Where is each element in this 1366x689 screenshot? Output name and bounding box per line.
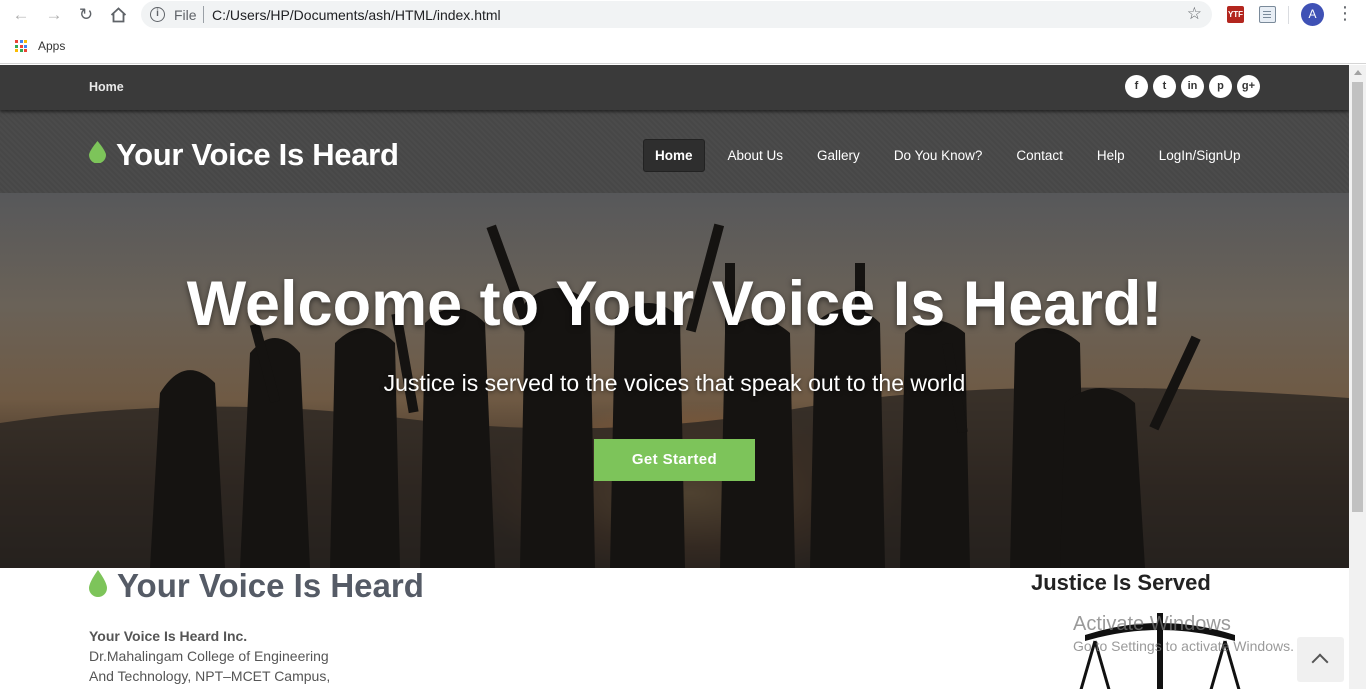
nav-contact[interactable]: Contact: [1005, 139, 1074, 172]
pinterest-icon[interactable]: p: [1209, 75, 1232, 98]
extension-youtube-icon[interactable]: YTF: [1227, 6, 1244, 23]
chevron-up-icon: [1311, 653, 1329, 671]
site-logo-title[interactable]: Your Voice Is Heard: [116, 137, 399, 173]
nav-login-signup[interactable]: LogIn/SignUp: [1148, 139, 1252, 172]
topbar-home-link[interactable]: Home: [89, 80, 124, 94]
nav-gallery[interactable]: Gallery: [806, 139, 871, 172]
footer-brand-title: Your Voice Is Heard: [117, 567, 424, 604]
toolbar-divider: [1288, 6, 1289, 24]
google-plus-icon[interactable]: g+: [1237, 75, 1260, 98]
address-line-1: Dr.Mahalingam College of Engineering: [89, 648, 329, 664]
bookmark-star-icon[interactable]: ☆: [1187, 4, 1202, 24]
extension-notes-icon[interactable]: [1259, 6, 1276, 23]
nav-help[interactable]: Help: [1086, 139, 1136, 172]
apps-shortcut[interactable]: Apps: [38, 39, 65, 53]
address-divider: [203, 6, 204, 23]
scheme-label: File: [174, 7, 197, 23]
nav-menu: Home About Us Gallery Do You Know? Conta…: [643, 139, 1264, 172]
address-line-2: And Technology, NPT–MCET Campus,: [89, 668, 331, 684]
info-icon[interactable]: i: [150, 7, 165, 22]
page-viewport: Home f t in p g+ Your Voice Is Heard Hom…: [0, 65, 1349, 689]
facebook-icon[interactable]: f: [1125, 75, 1148, 98]
footer-water-drop-icon: [89, 570, 107, 597]
forward-icon[interactable]: →: [43, 4, 65, 26]
reload-icon[interactable]: ↻: [75, 4, 97, 26]
scroll-to-top-button[interactable]: [1297, 637, 1344, 682]
hero-title: Welcome to Your Voice Is Heard!: [186, 269, 1163, 339]
home-icon[interactable]: [107, 4, 129, 26]
menu-kebab-icon[interactable]: ⋮: [1336, 3, 1354, 24]
page-scrollbar[interactable]: [1349, 65, 1366, 689]
back-icon[interactable]: ←: [10, 4, 32, 26]
nav-do-you-know[interactable]: Do You Know?: [883, 139, 994, 172]
activate-windows-title: Activate Windows: [1073, 613, 1231, 635]
address-bar[interactable]: i File C:/Users/HP/Documents/ash/HTML/in…: [141, 1, 1212, 28]
browser-toolbar: ← → ↻ i File C:/Users/HP/Documents/ash/H…: [0, 0, 1366, 30]
org-name: Your Voice Is Heard Inc.: [89, 628, 248, 644]
profile-avatar[interactable]: A: [1301, 3, 1324, 26]
scroll-thumb[interactable]: [1352, 82, 1363, 512]
social-links: f t in p g+: [1125, 75, 1260, 98]
main-navbar: Your Voice Is Heard Home About Us Galler…: [0, 110, 1349, 193]
apps-grid-icon[interactable]: [15, 40, 27, 52]
bookmarks-bar: Apps: [0, 30, 1366, 64]
scroll-up-arrow-icon[interactable]: [1354, 70, 1362, 75]
nav-about-us[interactable]: About Us: [717, 139, 795, 172]
top-bar: Home f t in p g+: [0, 65, 1349, 110]
twitter-icon[interactable]: t: [1153, 75, 1176, 98]
hero-banner: Welcome to Your Voice Is Heard! Justice …: [0, 193, 1349, 568]
url-text[interactable]: C:/Users/HP/Documents/ash/HTML/index.htm…: [212, 7, 501, 23]
justice-title: Justice Is Served: [1031, 570, 1211, 595]
activate-windows-subtitle: Go to Settings to activate Windows.: [1073, 638, 1294, 654]
get-started-button[interactable]: Get Started: [594, 439, 755, 481]
linkedin-icon[interactable]: in: [1181, 75, 1204, 98]
nav-home[interactable]: Home: [643, 139, 705, 172]
hero-subtitle: Justice is served to the voices that spe…: [383, 370, 966, 396]
water-drop-icon: [89, 141, 106, 163]
